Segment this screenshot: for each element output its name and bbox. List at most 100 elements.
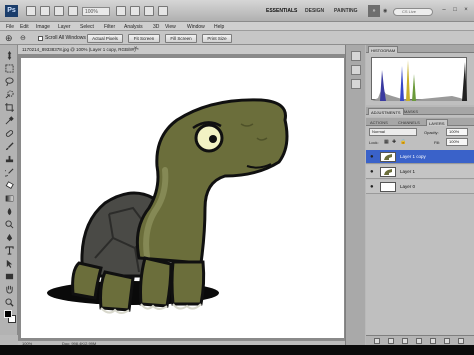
- workspace-design[interactable]: DESIGN: [305, 8, 324, 14]
- document-tab[interactable]: 1170214_89338378.jpg @ 100% (Layer 1 cop…: [18, 45, 345, 55]
- zoom-tool-icon[interactable]: [5, 298, 14, 307]
- history-brush-tool-icon[interactable]: [2, 168, 14, 177]
- visibility-eye-icon[interactable]: ●: [370, 184, 376, 190]
- clone-stamp-tool-icon[interactable]: [5, 155, 14, 164]
- dodge-tool-icon[interactable]: [5, 220, 14, 229]
- menu-filter[interactable]: Filter: [104, 24, 115, 30]
- layer-name[interactable]: Layer 0: [400, 184, 415, 189]
- scroll-all-windows-label: Scroll All Windows: [45, 35, 86, 41]
- lock-move-icon[interactable]: ✚: [392, 139, 396, 145]
- mini-bridge-icon[interactable]: [40, 6, 50, 16]
- path-selection-tool-icon[interactable]: [5, 259, 14, 268]
- color-panel-icon[interactable]: [351, 51, 361, 61]
- adjustments-panel: ADJUSTMENTS MASKS: [366, 107, 474, 117]
- fit-screen-button[interactable]: Fit Screen: [128, 34, 160, 43]
- layer-row-layer-1[interactable]: ● Layer 1: [366, 165, 474, 179]
- brush-tool-icon[interactable]: [5, 142, 14, 151]
- cs-live-button[interactable]: CS Live: [393, 8, 433, 16]
- zoom-tool-icon[interactable]: [68, 6, 78, 16]
- gradient-tool-icon[interactable]: [5, 194, 14, 203]
- healing-brush-tool-icon[interactable]: [5, 129, 14, 138]
- blend-mode-select[interactable]: Normal: [369, 128, 417, 136]
- link-layers-icon[interactable]: [374, 338, 380, 344]
- eraser-tool-icon[interactable]: [5, 181, 14, 190]
- delete-layer-icon[interactable]: [458, 338, 464, 344]
- document-canvas[interactable]: [21, 58, 344, 338]
- menu-window[interactable]: Window: [187, 24, 205, 30]
- opacity-field[interactable]: 100%: [446, 128, 468, 136]
- zoom-level-field[interactable]: 100%: [82, 7, 110, 16]
- tab-actions[interactable]: ACTIONS: [368, 119, 390, 126]
- layers-panel-footer: [366, 335, 474, 345]
- close-window-icon[interactable]: ×: [462, 6, 470, 14]
- extras-icon[interactable]: [54, 6, 64, 16]
- fill-screen-button[interactable]: Fill Screen: [165, 34, 197, 43]
- lock-all-icon[interactable]: 🔒: [400, 139, 406, 145]
- tools-panel: [0, 45, 18, 335]
- cs-live-icon[interactable]: ◉: [383, 8, 387, 14]
- more-workspaces-button[interactable]: »: [368, 5, 380, 17]
- print-size-button[interactable]: Print Size: [202, 34, 232, 43]
- quick-selection-tool-icon[interactable]: [5, 90, 14, 99]
- new-group-icon[interactable]: [430, 338, 436, 344]
- swatches-panel-icon[interactable]: [351, 65, 361, 75]
- minimize-icon[interactable]: –: [440, 6, 448, 14]
- screen-mode-icon[interactable]: [158, 6, 168, 16]
- visibility-eye-icon[interactable]: ●: [370, 169, 376, 175]
- add-mask-icon[interactable]: [402, 338, 408, 344]
- scroll-all-windows-checkbox[interactable]: [38, 36, 43, 41]
- layer-name[interactable]: Layer 1 copy: [400, 154, 426, 159]
- hand-icon[interactable]: [116, 6, 126, 16]
- zoom-in-icon[interactable]: ⊖: [20, 34, 26, 42]
- visibility-eye-icon[interactable]: ●: [370, 154, 376, 160]
- menu-edit[interactable]: Edit: [20, 24, 29, 30]
- actual-pixels-button[interactable]: Actual Pixels: [87, 34, 123, 43]
- rotate-view-icon[interactable]: [130, 6, 140, 16]
- menu-view[interactable]: View: [165, 24, 176, 30]
- shape-tool-icon[interactable]: [5, 272, 14, 281]
- type-tool-icon[interactable]: [5, 246, 14, 255]
- layer-row-layer-1-copy[interactable]: ● Layer 1 copy: [366, 150, 474, 164]
- blur-tool-icon[interactable]: [5, 207, 14, 216]
- tab-masks[interactable]: MASKS: [402, 108, 420, 115]
- adjustment-layer-icon[interactable]: [416, 338, 422, 344]
- lock-label: Lock:: [369, 140, 379, 145]
- pen-tool-icon[interactable]: [5, 233, 14, 242]
- close-document-icon[interactable]: ×: [134, 46, 138, 52]
- hand-tool-icon[interactable]: [5, 285, 14, 294]
- lasso-tool-icon[interactable]: [5, 77, 14, 87]
- eyedropper-tool-icon[interactable]: [5, 116, 14, 125]
- menu-analysis[interactable]: Analysis: [124, 24, 143, 30]
- fill-field[interactable]: 100%: [446, 138, 468, 146]
- styles-panel-icon[interactable]: [351, 79, 361, 89]
- bridge-icon[interactable]: [26, 6, 36, 16]
- menu-help[interactable]: Help: [214, 24, 224, 30]
- layer-name[interactable]: Layer 1: [400, 169, 415, 174]
- zoom-tool-preset-icon[interactable]: ⊕: [5, 33, 13, 44]
- lock-pixels-icon[interactable]: ▦: [384, 139, 389, 145]
- new-layer-icon[interactable]: [444, 338, 450, 344]
- layer-thumbnail: [380, 182, 396, 192]
- tab-histogram[interactable]: HISTOGRAM: [368, 46, 399, 53]
- menu-select[interactable]: Select: [80, 24, 94, 30]
- marquee-tool-icon[interactable]: [5, 64, 14, 73]
- foreground-color-swatch[interactable]: [4, 310, 12, 318]
- arrange-documents-icon[interactable]: [144, 6, 154, 16]
- photoshop-logo: Ps: [5, 5, 18, 17]
- tab-channels[interactable]: CHANNELS: [396, 119, 422, 126]
- maximize-icon[interactable]: □: [451, 6, 459, 14]
- layer-thumbnail: [380, 167, 396, 177]
- crop-tool-icon[interactable]: [5, 103, 14, 112]
- layer-row-layer-0[interactable]: ● Layer 0: [366, 180, 474, 194]
- move-tool-icon[interactable]: [5, 51, 14, 60]
- layer-style-icon[interactable]: [388, 338, 394, 344]
- menu-image[interactable]: Image: [36, 24, 50, 30]
- tab-layers[interactable]: LAYERS: [426, 119, 448, 126]
- workspace-painting[interactable]: PAINTING: [334, 8, 358, 14]
- tab-adjustments[interactable]: ADJUSTMENTS: [368, 108, 404, 115]
- workspace-essentials[interactable]: ESSENTIALS: [266, 8, 297, 14]
- menu-3d[interactable]: 3D: [153, 24, 159, 30]
- menu-layer[interactable]: Layer: [58, 24, 71, 30]
- menu-file[interactable]: File: [6, 24, 14, 30]
- document-window: 1170214_89338378.jpg @ 100% (Layer 1 cop…: [18, 45, 345, 345]
